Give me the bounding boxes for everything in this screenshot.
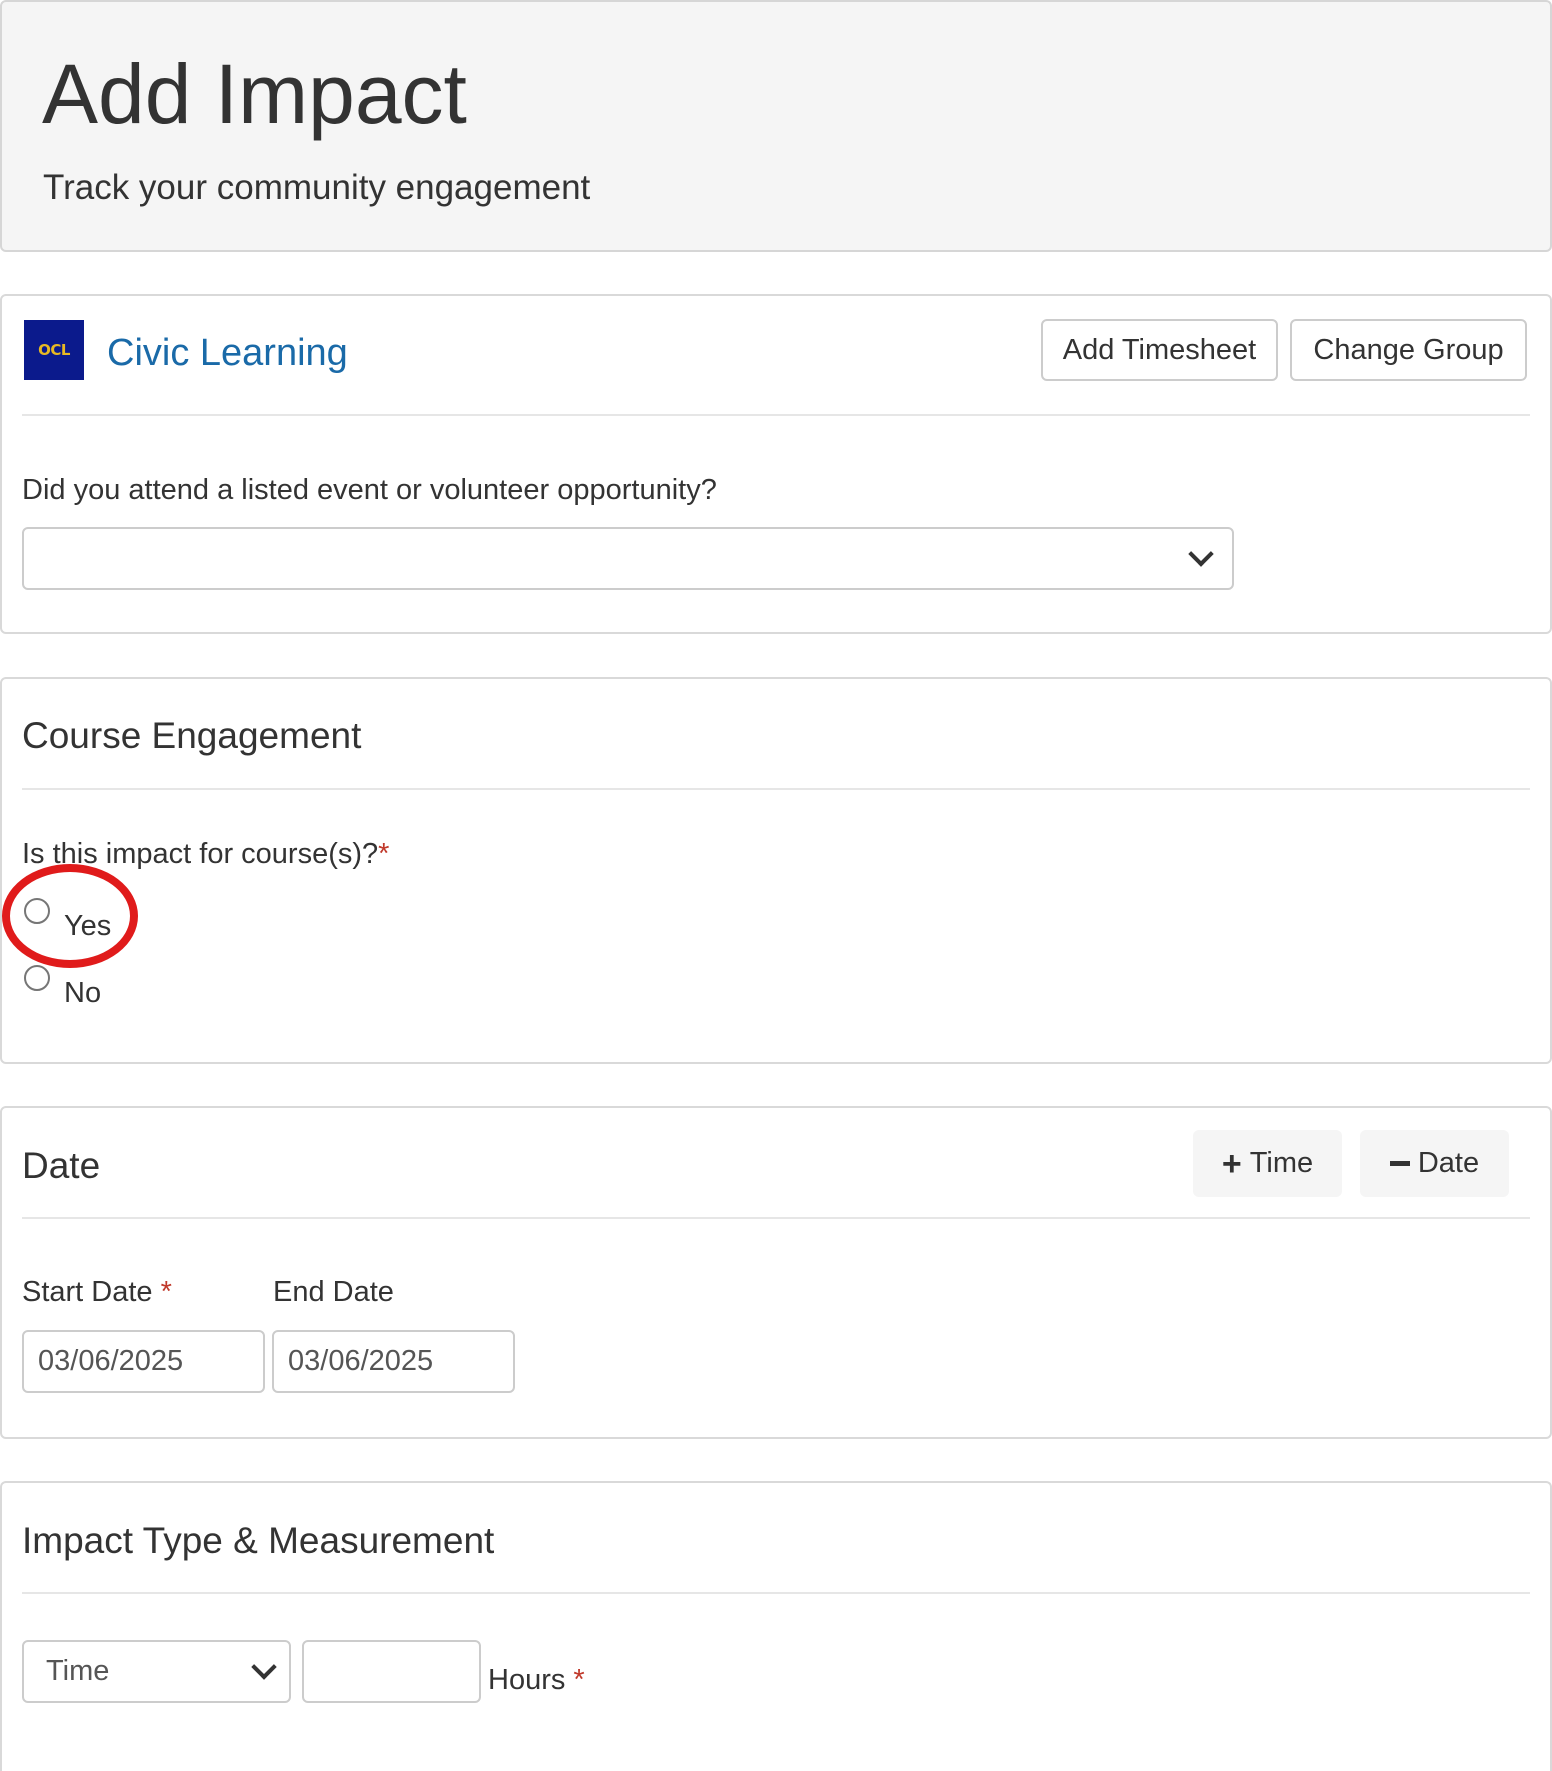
event-select[interactable] [22, 527, 1234, 590]
hours-label: Hours * [488, 1664, 585, 1696]
impact-heading: Impact Type & Measurement [22, 1520, 495, 1561]
radio-no[interactable] [24, 965, 50, 991]
group-name-link[interactable]: Civic Learning [107, 332, 348, 375]
minus-icon [1389, 1161, 1410, 1166]
chevron-down-icon [251, 1654, 277, 1680]
add-timesheet-button[interactable]: Add Timesheet [1041, 319, 1278, 381]
end-date-label: End Date [273, 1276, 394, 1308]
add-time-button[interactable]: + Time [1193, 1130, 1342, 1197]
radio-no-label: No [64, 977, 102, 1009]
start-date-input[interactable]: 03/06/2025 [22, 1330, 265, 1393]
date-heading: Date [22, 1145, 101, 1186]
divider [22, 1217, 1530, 1219]
plus-icon: + [1221, 1144, 1242, 1183]
group-logo: OCL [24, 320, 84, 380]
impact-type-select[interactable]: Time [22, 1640, 291, 1703]
course-heading: Course Engagement [22, 715, 362, 756]
page-title: Add Impact [42, 47, 467, 141]
divider [22, 414, 1530, 416]
end-date-input[interactable]: 03/06/2025 [272, 1330, 515, 1393]
hours-input[interactable] [302, 1640, 481, 1703]
chevron-down-icon [1188, 541, 1214, 567]
change-group-button[interactable]: Change Group [1290, 319, 1527, 381]
divider [22, 788, 1530, 790]
remove-date-button[interactable]: Date [1360, 1130, 1509, 1197]
page-subtitle: Track your community engagement [43, 168, 591, 207]
start-date-label: Start Date * [22, 1276, 172, 1308]
annotation-circle [2, 864, 138, 968]
event-question-label: Did you attend a listed event or volunte… [22, 474, 717, 506]
divider [22, 1592, 1530, 1594]
